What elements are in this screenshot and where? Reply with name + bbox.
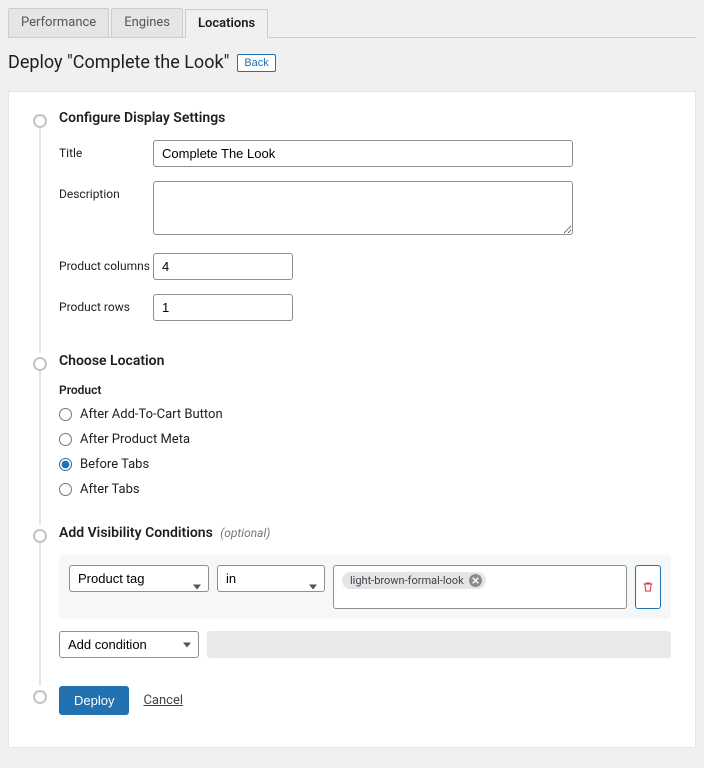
tag-chip: light-brown-formal-look	[342, 572, 486, 589]
optional-label: (optional)	[220, 526, 270, 540]
columns-input[interactable]	[153, 253, 293, 280]
radio-label: After Tabs	[80, 482, 140, 497]
radio-label: After Add-To-Cart Button	[80, 407, 223, 422]
cancel-link[interactable]: Cancel	[143, 693, 183, 708]
condition-row: Product tag in light-brown-formal-look	[59, 555, 671, 619]
title-label: Title	[59, 140, 153, 167]
section-heading-display: Configure Display Settings	[59, 110, 671, 126]
condition-value-box[interactable]: light-brown-formal-look	[333, 565, 627, 609]
tab-performance[interactable]: Performance	[8, 8, 109, 37]
section-heading-text: Add Visibility Conditions	[59, 525, 213, 541]
tabs-bar: Performance Engines Locations	[8, 8, 696, 38]
radio-after-tabs[interactable]: After Tabs	[59, 482, 671, 497]
radio-label: After Product Meta	[80, 432, 190, 447]
radio-label: Before Tabs	[80, 457, 149, 472]
step-choose-location: Choose Location Product After Add-To-Car…	[23, 353, 671, 525]
deploy-button[interactable]: Deploy	[59, 686, 129, 715]
delete-condition-button[interactable]	[635, 565, 661, 609]
page-title: Deploy "Complete the Look"	[8, 52, 229, 73]
radio-input[interactable]	[59, 458, 72, 471]
add-condition-placeholder	[207, 631, 671, 658]
step-visibility-conditions: Add Visibility Conditions (optional) Pro…	[23, 525, 671, 686]
remove-tag-button[interactable]	[469, 574, 482, 587]
step-marker-icon	[33, 529, 47, 543]
condition-attribute-select[interactable]: Product tag	[69, 565, 209, 592]
condition-operator-select[interactable]: in	[217, 565, 325, 592]
radio-after-add-to-cart[interactable]: After Add-To-Cart Button	[59, 407, 671, 422]
deploy-panel: Configure Display Settings Title Descrip…	[8, 91, 696, 748]
location-group-label: Product	[59, 383, 671, 397]
step-marker-icon	[33, 357, 47, 371]
description-textarea[interactable]	[153, 181, 573, 235]
radio-before-tabs[interactable]: Before Tabs	[59, 457, 671, 472]
step-actions: Deploy Cancel	[23, 686, 671, 719]
radio-input[interactable]	[59, 408, 72, 421]
trash-icon	[642, 581, 654, 593]
add-condition-select[interactable]: Add condition	[59, 631, 199, 658]
step-display-settings: Configure Display Settings Title Descrip…	[23, 110, 671, 353]
section-heading-location: Choose Location	[59, 353, 671, 369]
title-input[interactable]	[153, 140, 573, 167]
step-marker-icon	[33, 114, 47, 128]
columns-label: Product columns	[59, 253, 153, 280]
tab-engines[interactable]: Engines	[111, 8, 183, 37]
radio-after-product-meta[interactable]: After Product Meta	[59, 432, 671, 447]
radio-input[interactable]	[59, 433, 72, 446]
add-condition-row: Add condition	[59, 631, 671, 658]
section-heading-visibility: Add Visibility Conditions (optional)	[59, 525, 671, 541]
tag-chip-label: light-brown-formal-look	[350, 574, 464, 587]
step-marker-icon	[33, 690, 47, 704]
tab-locations[interactable]: Locations	[185, 9, 268, 38]
description-label: Description	[59, 181, 153, 239]
close-icon	[472, 577, 479, 584]
rows-label: Product rows	[59, 294, 153, 321]
back-button[interactable]: Back	[237, 54, 275, 72]
radio-input[interactable]	[59, 483, 72, 496]
rows-input[interactable]	[153, 294, 293, 321]
